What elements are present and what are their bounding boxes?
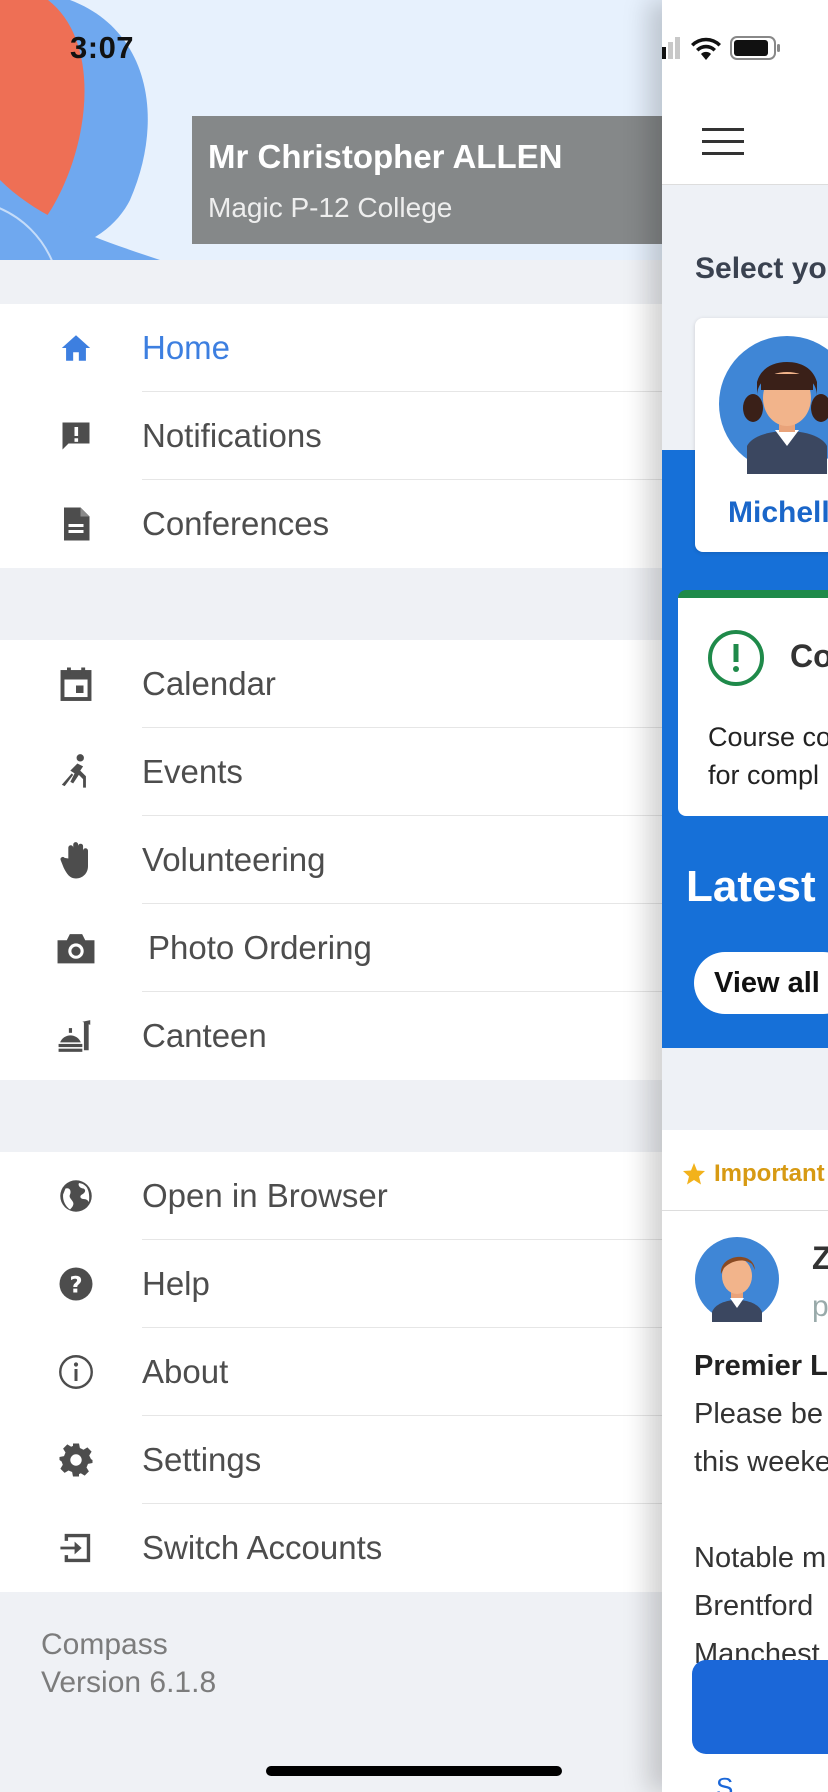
gear-icon <box>54 1440 98 1480</box>
divider <box>662 1210 828 1211</box>
app-name: Compass <box>41 1628 168 1661</box>
battery-icon <box>730 36 780 60</box>
exclamation-circle-icon <box>708 630 764 691</box>
main-content-panel[interactable]: Select you Michelle Co Course co for co <box>662 0 828 1792</box>
calendar-icon <box>54 664 98 704</box>
help-icon: ? <box>54 1264 98 1304</box>
news-body-line: this weeke <box>694 1446 828 1478</box>
menu-item-about[interactable]: About <box>0 1328 662 1416</box>
menu-item-label: Home <box>142 329 231 366</box>
menu-item-label: Notifications <box>142 417 322 454</box>
menu-item-calendar[interactable]: Calendar <box>0 640 662 728</box>
menu-item-notifications[interactable]: Notifications <box>0 392 662 480</box>
menu-item-label: Events <box>142 753 243 790</box>
app-version: Version 6.1.8 <box>41 1666 217 1699</box>
alert-title: Co <box>790 638 828 674</box>
menu-item-label: Open in Browser <box>142 1177 388 1214</box>
wifi-icon <box>691 37 721 60</box>
student-card[interactable]: Michelle <box>695 318 828 552</box>
menu-group-system: Open in Browser ? Help About Settings Sw… <box>0 1152 662 1592</box>
menu-item-label: About <box>142 1353 229 1390</box>
menu-item-label: Calendar <box>142 665 276 702</box>
status-bar-time: 3:07 <box>70 30 135 65</box>
menu-item-label: Conferences <box>142 505 330 542</box>
document-icon <box>54 504 98 544</box>
menu-item-label: Help <box>142 1265 210 1302</box>
user-profile-card[interactable]: Mr Christopher ALLEN Magic P-12 College <box>192 116 662 244</box>
course-alert-card[interactable]: Co Course co for compl <box>678 590 828 816</box>
menu-item-label: Switch Accounts <box>142 1529 383 1566</box>
hand-icon <box>54 840 98 880</box>
notification-alert-icon <box>54 416 98 456</box>
home-icon <box>54 328 98 368</box>
menu-item-label: Volunteering <box>142 841 326 878</box>
poster-name: Z <box>812 1240 828 1276</box>
globe-icon <box>54 1176 98 1216</box>
menu-item-home[interactable]: Home <box>0 304 662 392</box>
news-body-line: Brentford <box>694 1590 814 1622</box>
navigation-drawer: 3:07 Mr Christopher ALLEN Magic P-12 Col… <box>0 0 662 1792</box>
news-body-line: Please be <box>694 1398 823 1430</box>
alert-line: Course co <box>708 722 828 752</box>
student-name: Michelle <box>728 496 828 529</box>
drawer-header: 3:07 Mr Christopher ALLEN Magic P-12 Col… <box>0 0 662 260</box>
menu-item-help[interactable]: ? Help <box>0 1240 662 1328</box>
info-icon <box>54 1352 98 1392</box>
poster-subtitle: p <box>812 1290 828 1323</box>
menu-item-switch-accounts[interactable]: Switch Accounts <box>0 1504 662 1592</box>
poster-avatar <box>694 1236 780 1327</box>
important-badge: Important <box>682 1160 825 1188</box>
star-icon <box>683 1163 705 1185</box>
food-service-icon <box>54 1016 98 1056</box>
menu-item-volunteering[interactable]: Volunteering <box>0 816 662 904</box>
menu-group-primary: Home Notifications Conferences <box>0 304 662 568</box>
student-avatar <box>717 334 828 479</box>
user-school: Magic P-12 College <box>208 192 453 223</box>
svg-text:?: ? <box>69 1272 82 1298</box>
latest-news-heading: Latest n <box>686 862 828 911</box>
menu-item-label: Settings <box>142 1441 262 1478</box>
alert-body: Course co for compl <box>708 718 828 794</box>
user-name: Mr Christopher ALLEN <box>208 138 563 175</box>
menu-item-label: Photo Ordering <box>148 929 372 966</box>
menu-item-conferences[interactable]: Conferences <box>0 480 662 568</box>
home-indicator[interactable] <box>266 1766 562 1776</box>
menu-item-canteen[interactable]: Canteen <box>0 992 662 1080</box>
view-all-button[interactable]: View all <box>694 952 828 1014</box>
news-title: Premier Le <box>694 1350 828 1382</box>
person-running-icon <box>54 752 98 792</box>
bottom-action-button[interactable] <box>692 1660 828 1754</box>
hamburger-menu-icon[interactable] <box>702 128 744 164</box>
camera-icon <box>54 928 98 968</box>
select-student-heading: Select you <box>695 252 828 285</box>
menu-item-label: Canteen <box>142 1017 267 1054</box>
menu-item-open-in-browser[interactable]: Open in Browser <box>0 1152 662 1240</box>
app-version-info: Compass Version 6.1.8 <box>41 1626 216 1702</box>
sign-in-icon <box>54 1528 98 1568</box>
menu-item-events[interactable]: Events <box>0 728 662 816</box>
alert-line: for compl <box>708 760 820 790</box>
important-label: Important <box>714 1160 825 1187</box>
menu-group-activities: Calendar Events Volunteering Photo Order… <box>0 640 662 1080</box>
bottom-link-text[interactable]: S <box>716 1772 733 1792</box>
main-top-bar <box>662 0 828 185</box>
menu-item-settings[interactable]: Settings <box>0 1416 662 1504</box>
menu-item-photo-ordering[interactable]: Photo Ordering <box>0 904 662 992</box>
status-bar-icons <box>662 36 782 60</box>
cellular-signal-icon <box>662 37 680 59</box>
news-body-line: Notable m <box>694 1542 827 1574</box>
